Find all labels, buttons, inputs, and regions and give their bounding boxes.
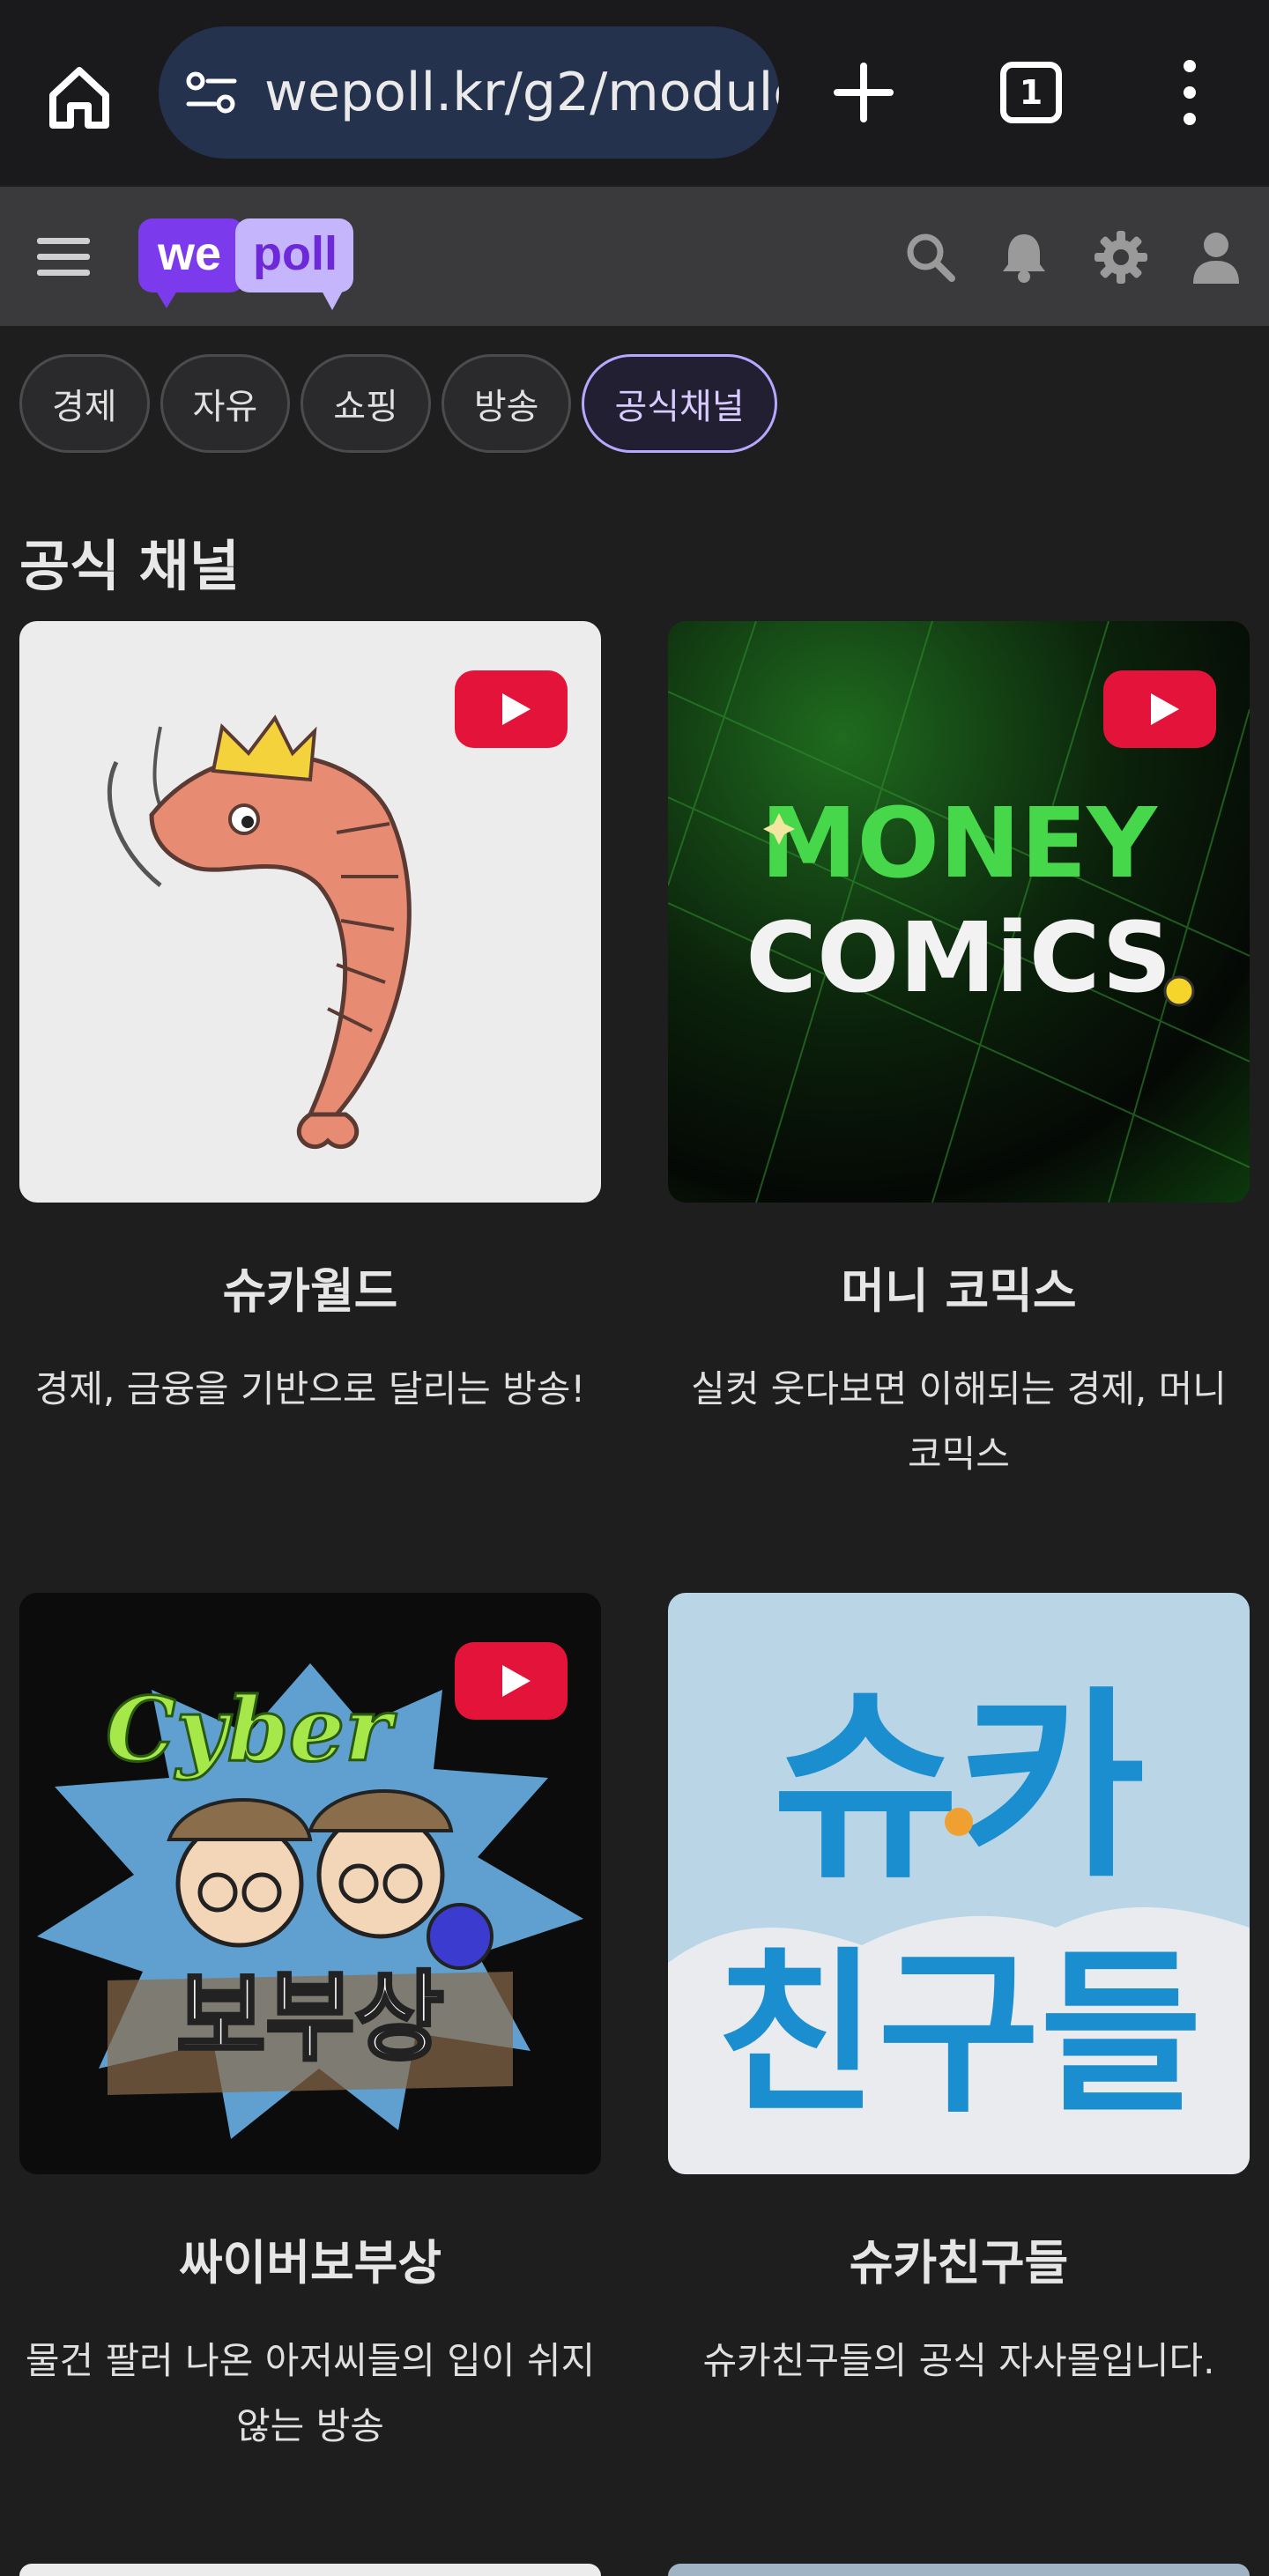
channel-description: 물건 팔러 나온 아저씨들의 입이 쉬지 않는 방송 bbox=[25, 2339, 596, 2447]
chip-economy[interactable]: 경제 bbox=[19, 354, 150, 453]
channel-title[interactable]: 머니 코믹스 bbox=[668, 1252, 1250, 1321]
shuka-friends-logo: 슈카 친구들 bbox=[668, 1670, 1250, 2174]
channel-description: 실컷 웃다보면 이해되는 경제, 머니 코믹스 bbox=[691, 1367, 1227, 1476]
settings-gear-icon[interactable] bbox=[1093, 229, 1149, 285]
channel-card[interactable]: Cyber 보부상 싸이버보부상 물건 팔러 나온 아저씨들의 입이 쉬지 않는… bbox=[19, 1593, 601, 2459]
tab-switcher-button[interactable]: 1 bbox=[1000, 62, 1062, 123]
youtube-badge-icon bbox=[1103, 670, 1216, 748]
browser-toolbar: wepoll.kr/g2/module/ 1 bbox=[0, 0, 1269, 185]
channel-thumbnail[interactable] bbox=[19, 621, 601, 1203]
channel-description: 경제, 금융을 기반으로 달리는 방송! bbox=[34, 1367, 586, 1410]
channel-thumbnail[interactable]: MONEY COMiCS bbox=[668, 621, 1250, 1203]
next-channel-thumbnail-peek[interactable] bbox=[19, 2564, 601, 2576]
chip-shopping[interactable]: 쇼핑 bbox=[301, 354, 431, 453]
category-chips: 경제 자유 쇼핑 방송 공식채널 bbox=[19, 354, 777, 453]
user-profile-icon[interactable] bbox=[1188, 229, 1244, 285]
channel-description: 슈카친구들의 공식 자사몰입니다. bbox=[702, 2339, 1215, 2382]
address-bar[interactable]: wepoll.kr/g2/module/ bbox=[159, 26, 779, 159]
home-icon[interactable] bbox=[44, 62, 115, 132]
search-icon[interactable] bbox=[902, 229, 959, 285]
thumb-text-boboosang: 보부상 bbox=[176, 1961, 444, 2074]
channel-thumbnail[interactable]: 슈카 친구들 bbox=[668, 1593, 1250, 2174]
wepoll-logo[interactable]: we poll bbox=[137, 211, 357, 317]
thumb-text-shuka: 슈카 bbox=[772, 1670, 1145, 1906]
next-channel-thumbnail-peek[interactable] bbox=[668, 2564, 1250, 2576]
site-header: we poll bbox=[0, 187, 1269, 326]
url-text[interactable]: wepoll.kr/g2/module/ bbox=[264, 62, 779, 123]
thumb-text-comics: COMiCS bbox=[746, 901, 1171, 1014]
logo-text-poll: poll bbox=[253, 227, 338, 280]
site-settings-icon[interactable] bbox=[185, 70, 238, 115]
hamburger-menu-icon[interactable] bbox=[35, 229, 92, 285]
channel-thumbnail[interactable]: Cyber 보부상 bbox=[19, 1593, 601, 2174]
section-title: 공식 채널 bbox=[19, 534, 240, 598]
channel-card[interactable]: 슈카월드 경제, 금융을 기반으로 달리는 방송! bbox=[19, 621, 601, 1422]
chip-broadcast[interactable]: 방송 bbox=[441, 354, 572, 453]
thumb-text-friends: 친구들 bbox=[716, 1932, 1202, 2137]
channel-title[interactable]: 슈카월드 bbox=[19, 1252, 601, 1321]
logo-text-we: we bbox=[157, 227, 221, 280]
more-options-icon[interactable] bbox=[1172, 57, 1207, 128]
new-tab-icon[interactable] bbox=[828, 57, 899, 128]
channel-card[interactable]: MONEY COMiCS 머니 코믹스 실컷 웃다보면 이해되는 경제, 머니 … bbox=[668, 621, 1250, 1487]
chip-free[interactable]: 자유 bbox=[160, 354, 291, 453]
youtube-badge-icon bbox=[455, 1642, 568, 1720]
thumb-text-money: MONEY bbox=[761, 787, 1158, 899]
channel-title[interactable]: 싸이버보부상 bbox=[19, 2224, 601, 2293]
thumb-text-cyber: Cyber bbox=[106, 1677, 397, 1781]
notification-bell-icon[interactable] bbox=[996, 229, 1052, 285]
channel-title[interactable]: 슈카친구들 bbox=[668, 2224, 1250, 2293]
channel-card[interactable]: 슈카 친구들 슈카친구들 슈카친구들의 공식 자사몰입니다. bbox=[668, 1593, 1250, 2394]
chip-official-channel[interactable]: 공식채널 bbox=[582, 354, 777, 453]
youtube-badge-icon bbox=[455, 670, 568, 748]
